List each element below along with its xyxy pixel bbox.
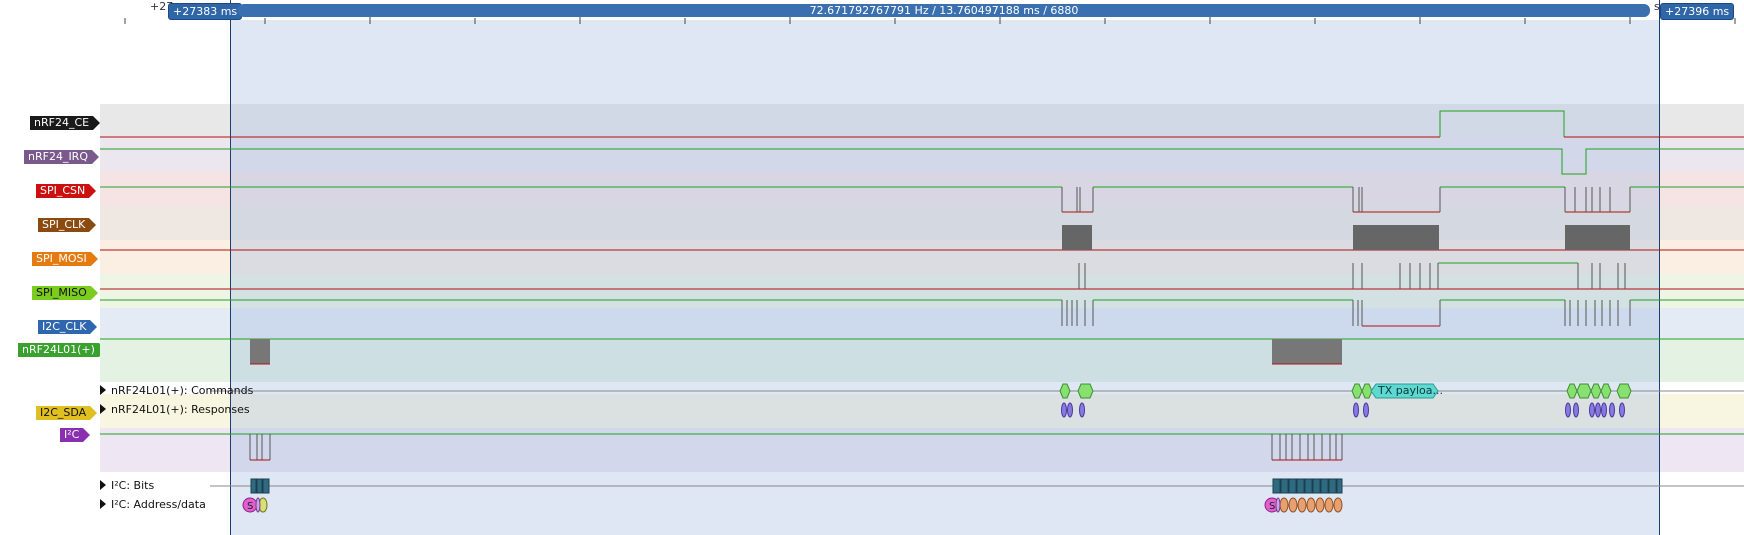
svg-text:S: S <box>1269 501 1275 512</box>
channel-label-i2c-sda[interactable]: I2C_SDA <box>36 406 98 420</box>
decoder-row-i2c-address[interactable]: I²C: Address/data <box>100 498 206 512</box>
channel-label-nrf24-ce[interactable]: nRF24_CE <box>30 116 101 130</box>
decoder-row-nrf-responses[interactable]: nRF24L01(+): Responses <box>100 403 250 417</box>
decoder-row-i2c-bits[interactable]: I²C: Bits <box>100 479 154 493</box>
channel-label-nrf24l01[interactable]: nRF24L01(+) <box>18 343 106 357</box>
channel-label-nrf24-irq[interactable]: nRF24_IRQ <box>24 150 99 164</box>
channel-label-spi-clk[interactable]: SPI_CLK <box>38 218 97 232</box>
decoder-row-nrf-commands[interactable]: nRF24L01(+): Commands <box>100 384 253 398</box>
channel-label-i2c[interactable]: I²C <box>60 428 91 442</box>
channel-labels-panel: nRF24_CE nRF24_IRQ SPI_CSN SPI_CLK SPI_M… <box>0 0 106 535</box>
waveform-canvas[interactable]: S S <box>100 0 1744 535</box>
ruler-right-partial: s <box>1654 0 1660 13</box>
expand-icon[interactable] <box>100 499 106 509</box>
decoder-row-label: nRF24L01(+): Commands <box>111 384 254 397</box>
expand-icon[interactable] <box>100 480 106 490</box>
decoder-row-label: I²C: Bits <box>111 479 155 492</box>
expand-icon[interactable] <box>100 404 106 414</box>
left-time-marker[interactable]: +27383 ms <box>168 3 243 20</box>
i2c-start-marker: S <box>242 497 258 513</box>
tx-payload-annotation[interactable]: TX payloa... <box>1378 384 1443 398</box>
timeline-area[interactable]: S S +27 +27383 ms 72.671792767791 Hz / 1… <box>100 0 1744 535</box>
measurement-bar[interactable]: 72.671792767791 Hz / 13.760497188 ms / 6… <box>238 4 1650 17</box>
channel-label-spi-mosi[interactable]: SPI_MOSI <box>32 252 98 266</box>
channel-label-spi-miso[interactable]: SPI_MISO <box>32 286 98 300</box>
decoder-row-label: nRF24L01(+): Responses <box>111 403 250 416</box>
right-time-marker[interactable]: +27396 ms <box>1660 3 1735 20</box>
channel-label-spi-csn[interactable]: SPI_CSN <box>36 184 97 198</box>
expand-icon[interactable] <box>100 385 106 395</box>
decoder-row-label: I²C: Address/data <box>111 498 206 511</box>
channel-label-i2c-clk[interactable]: I2C_CLK <box>38 320 98 334</box>
svg-text:S: S <box>247 501 253 512</box>
